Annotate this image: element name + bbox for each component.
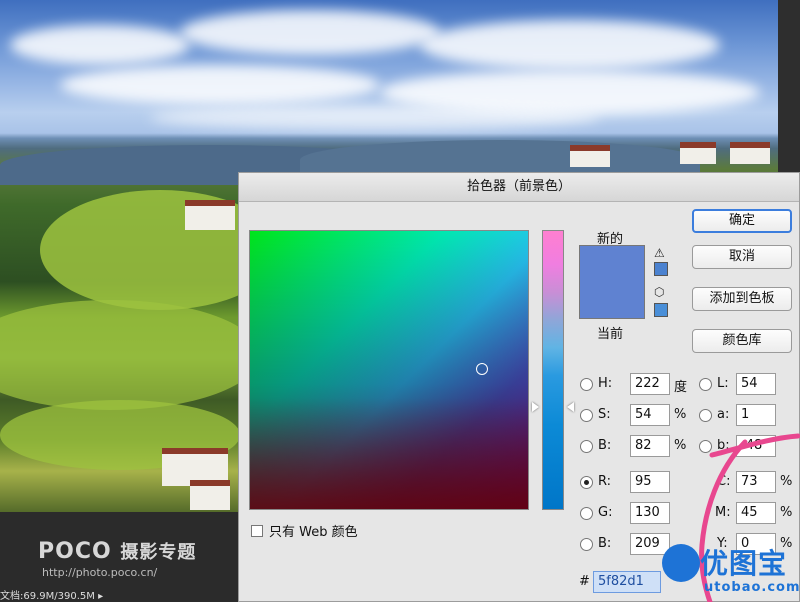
b-input[interactable]: 82 bbox=[630, 435, 670, 457]
ok-button[interactable]: 确定 bbox=[692, 209, 792, 233]
m-input[interactable]: 45 bbox=[736, 502, 776, 524]
lab-b-label: b: bbox=[717, 438, 730, 453]
radio-rgb-b[interactable] bbox=[580, 538, 593, 551]
add-to-swatches-button[interactable]: 添加到色板 bbox=[692, 287, 792, 311]
r-input[interactable]: 95 bbox=[630, 471, 670, 493]
b-label: B: bbox=[598, 438, 612, 453]
hue-slider-left-arrow[interactable] bbox=[532, 402, 539, 412]
l-label: L: bbox=[717, 376, 729, 391]
a-label: a: bbox=[717, 407, 730, 422]
document-status: 文档:69.9M/390.5M ▸ bbox=[0, 591, 104, 602]
radio-h[interactable] bbox=[580, 378, 593, 391]
dialog-title: 拾色器（前景色） bbox=[239, 173, 799, 202]
radio-s[interactable] bbox=[580, 409, 593, 422]
radio-lab-b[interactable] bbox=[699, 440, 712, 453]
c-input[interactable]: 73 bbox=[736, 471, 776, 493]
hue-slider[interactable] bbox=[542, 230, 564, 510]
rgb-b-label: B: bbox=[598, 536, 612, 551]
hex-input[interactable]: 5f82d1 bbox=[593, 571, 661, 593]
color-picker-dialog: 拾色器（前景色） 新的 当前 ⚠ ⬡ 确定 取消 添加到色板 颜色库 H: 22… bbox=[238, 172, 800, 602]
l-input[interactable]: 54 bbox=[736, 373, 776, 395]
c-label: C: bbox=[717, 474, 731, 489]
s-unit: % bbox=[674, 407, 687, 422]
a-input[interactable]: 1 bbox=[736, 404, 776, 426]
gamut-correction-swatch[interactable] bbox=[654, 262, 668, 276]
h-input[interactable]: 222 bbox=[630, 373, 670, 395]
radio-b[interactable] bbox=[580, 440, 593, 453]
web-only-label: 只有 Web 颜色 bbox=[269, 525, 358, 540]
poco-watermark: POCO 摄影专题 bbox=[38, 539, 197, 564]
radio-r[interactable] bbox=[580, 476, 593, 489]
cancel-button[interactable]: 取消 bbox=[692, 245, 792, 269]
web-only-checkbox[interactable] bbox=[251, 525, 263, 537]
g-label: G: bbox=[598, 505, 613, 520]
out-of-gamut-warning-icon[interactable]: ⚠ bbox=[654, 246, 665, 260]
bird-logo-icon bbox=[662, 544, 700, 582]
radio-a[interactable] bbox=[699, 409, 712, 422]
color-libraries-button[interactable]: 颜色库 bbox=[692, 329, 792, 353]
h-label: H: bbox=[598, 376, 613, 391]
h-unit: 度 bbox=[674, 380, 688, 395]
utobao-logo: 优图宝 utobao.com bbox=[660, 540, 800, 602]
hex-label: # bbox=[579, 574, 590, 589]
hue-slider-right-arrow[interactable] bbox=[567, 402, 574, 412]
web-safe-cube-icon[interactable]: ⬡ bbox=[654, 285, 664, 299]
s-input[interactable]: 54 bbox=[630, 404, 670, 426]
m-unit: % bbox=[780, 505, 793, 520]
r-label: R: bbox=[598, 474, 612, 489]
current-color-label: 当前 bbox=[597, 327, 624, 342]
m-label: M: bbox=[715, 505, 731, 520]
new-color-swatch bbox=[579, 245, 645, 319]
c-unit: % bbox=[780, 474, 793, 489]
radio-l[interactable] bbox=[699, 378, 712, 391]
poco-watermark-url: http://photo.poco.cn/ bbox=[42, 566, 158, 579]
lab-b-input[interactable]: -48 bbox=[736, 435, 776, 457]
b-unit: % bbox=[674, 438, 687, 453]
color-field-cursor[interactable] bbox=[476, 363, 488, 375]
s-label: S: bbox=[598, 407, 611, 422]
web-safe-swatch[interactable] bbox=[654, 303, 668, 317]
color-field[interactable] bbox=[249, 230, 529, 510]
g-input[interactable]: 130 bbox=[630, 502, 670, 524]
radio-g[interactable] bbox=[580, 507, 593, 520]
